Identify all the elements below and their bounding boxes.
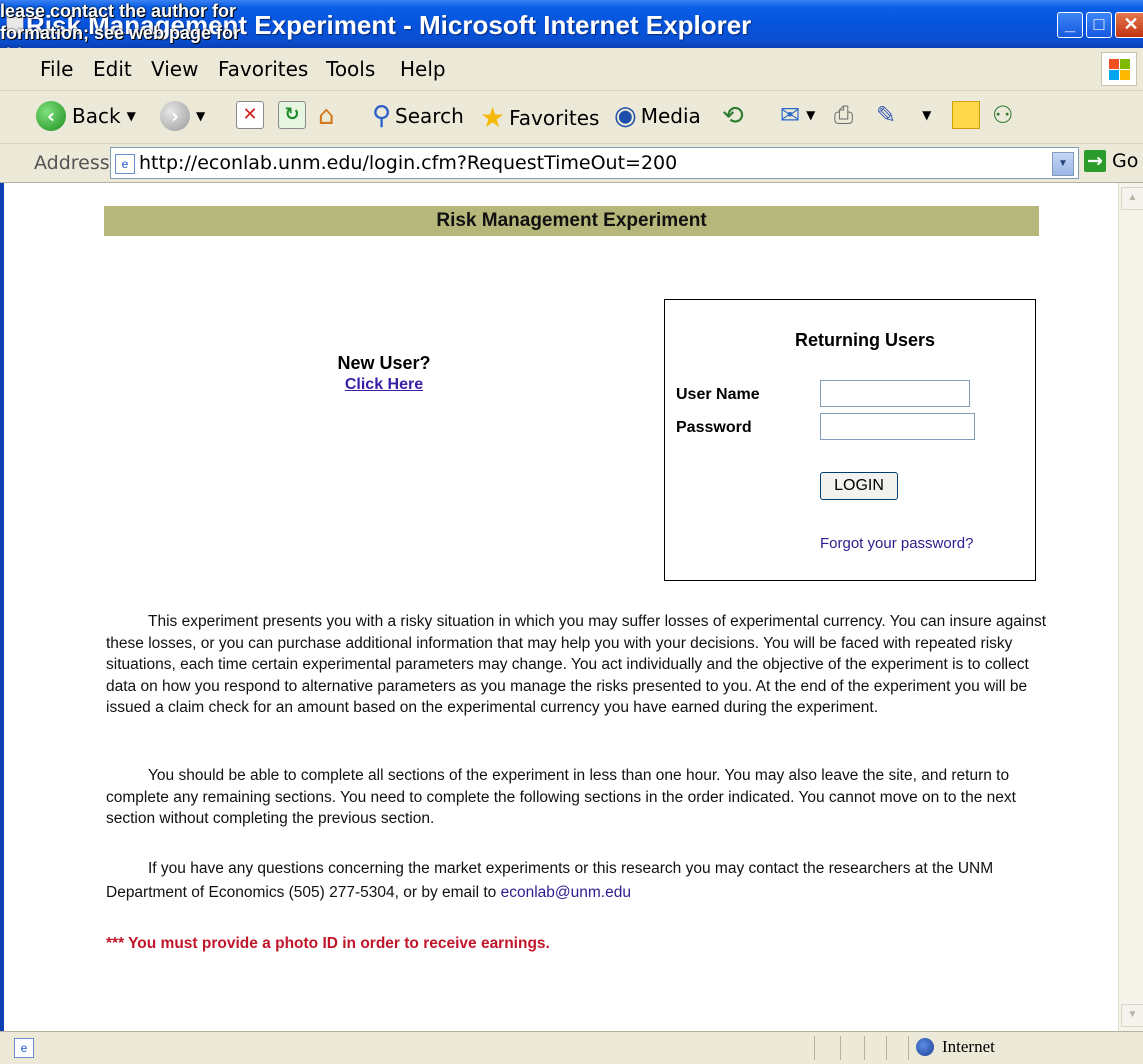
contact-paragraph: If you have any questions concerning the… <box>106 857 1046 905</box>
messenger-button[interactable]: ⚇ <box>992 101 1014 129</box>
menu-file[interactable]: File <box>40 57 73 81</box>
media-label: Media <box>640 104 701 128</box>
edit-button[interactable]: ✎ ▼ <box>876 101 931 129</box>
history-button[interactable]: ⟲ <box>722 101 744 131</box>
zone-label: Internet <box>942 1037 995 1056</box>
favorites-label: Favorites <box>509 105 600 130</box>
media-icon: ◉ <box>614 101 637 131</box>
media-button[interactable]: ◉ Media <box>614 101 701 131</box>
intro-paragraph: This experiment presents you with a risk… <box>106 611 1046 719</box>
maximize-button[interactable]: □ <box>1086 12 1112 38</box>
chevron-down-icon: ▼ <box>922 108 932 122</box>
login-title: Returning Users <box>794 330 936 350</box>
menu-help[interactable]: Help <box>400 57 446 81</box>
toolbar: ‹ Back ▼ › ▼ ✕ ↻ ⌂ ⚲ Search ★ Favorites … <box>0 91 1143 144</box>
refresh-button[interactable]: ↻ <box>278 101 306 129</box>
address-dropdown-icon[interactable]: ▼ <box>1052 152 1074 176</box>
star-icon: ★ <box>480 101 506 134</box>
username-label: User Name <box>676 386 760 403</box>
go-button[interactable]: → Go <box>1084 150 1138 172</box>
scroll-up-icon[interactable]: ▲ <box>1121 187 1143 210</box>
home-button[interactable]: ⌂ <box>318 101 335 131</box>
password-label: Password <box>676 419 752 436</box>
close-button[interactable]: ✕ <box>1115 12 1143 38</box>
menu-tools[interactable]: Tools <box>326 57 375 81</box>
forward-arrow-icon: › <box>160 101 190 131</box>
minimize-button[interactable]: _ <box>1057 12 1083 38</box>
address-url[interactable]: http://econlab.unm.edu/login.cfm?Request… <box>139 152 677 174</box>
search-label: Search <box>395 104 464 128</box>
back-button[interactable]: ‹ Back ▼ <box>36 101 136 131</box>
note-icon <box>952 101 980 129</box>
security-zone: Internet <box>916 1037 995 1057</box>
stop-button[interactable]: ✕ <box>236 101 264 129</box>
home-icon: ⌂ <box>318 101 335 131</box>
search-button[interactable]: ⚲ Search <box>372 101 464 131</box>
page-content: Risk Management Experiment New User? Cli… <box>0 183 1118 1031</box>
page-header: Risk Management Experiment <box>104 206 1039 236</box>
notes-button[interactable] <box>952 101 980 129</box>
login-panel: Returning Users User Name Password LOGIN… <box>664 299 1036 581</box>
title-bar: Risk Management Experiment - Microsoft I… <box>0 0 1143 65</box>
forward-button[interactable]: › ▼ <box>160 101 205 131</box>
password-input[interactable] <box>820 413 975 440</box>
edit-icon: ✎ <box>876 101 897 129</box>
menu-bar: File Edit View Favorites Tools Help <box>0 48 1143 91</box>
address-bar: Address e http://econlab.unm.edu/login.c… <box>0 144 1143 183</box>
print-button[interactable]: ⎙ <box>834 101 853 129</box>
address-input[interactable]: e http://econlab.unm.edu/login.cfm?Reque… <box>110 147 1079 179</box>
page-status-icon: e <box>14 1038 34 1058</box>
email-link[interactable]: econlab@unm.edu <box>501 884 631 901</box>
login-button[interactable]: LOGIN <box>820 472 898 500</box>
status-divider <box>908 1036 909 1060</box>
scroll-down-icon[interactable]: ▼ <box>1121 1004 1143 1027</box>
status-divider <box>864 1036 865 1060</box>
favorites-button[interactable]: ★ Favorites <box>480 101 599 134</box>
history-icon: ⟲ <box>722 101 744 131</box>
address-label: Address <box>34 152 110 174</box>
printer-icon: ⎙ <box>834 101 854 129</box>
new-user-link[interactable]: Click Here <box>254 376 514 394</box>
go-label: Go <box>1112 150 1139 172</box>
status-bar: e Internet <box>0 1031 1143 1064</box>
messenger-icon: ⚇ <box>992 101 1014 129</box>
chevron-down-icon: ▼ <box>126 109 136 123</box>
globe-icon <box>916 1038 934 1056</box>
mail-button[interactable]: ✉ ▼ <box>780 101 815 129</box>
chevron-down-icon: ▼ <box>806 108 816 122</box>
new-user-section: New User? Click Here <box>254 353 514 394</box>
photo-id-warning: *** You must provide a photo ID in order… <box>106 935 550 952</box>
windows-logo-icon <box>1101 52 1137 86</box>
ie-page-icon: e <box>115 154 135 174</box>
forgot-password-link[interactable]: Forgot your password? <box>820 535 973 552</box>
status-divider <box>840 1036 841 1060</box>
search-icon: ⚲ <box>372 101 392 131</box>
go-arrow-icon: → <box>1084 150 1106 172</box>
status-divider <box>814 1036 815 1060</box>
menu-favorites[interactable]: Favorites <box>218 57 308 81</box>
intro-text: This experiment presents you with a risk… <box>106 613 1047 716</box>
username-input[interactable] <box>820 380 970 407</box>
status-divider <box>886 1036 887 1060</box>
stop-icon: ✕ <box>236 101 264 129</box>
new-user-label: New User? <box>337 353 431 373</box>
menu-edit[interactable]: Edit <box>93 57 132 81</box>
refresh-icon: ↻ <box>278 101 306 129</box>
back-label: Back <box>72 104 121 128</box>
menu-view[interactable]: View <box>151 57 198 81</box>
duration-text: You should be able to complete all secti… <box>106 767 1016 827</box>
mail-icon: ✉ <box>780 101 801 129</box>
back-arrow-icon: ‹ <box>36 101 66 131</box>
vertical-scrollbar[interactable]: ▲ ▼ <box>1118 183 1143 1031</box>
chevron-down-icon: ▼ <box>196 109 206 123</box>
duration-paragraph: You should be able to complete all secti… <box>106 765 1046 830</box>
